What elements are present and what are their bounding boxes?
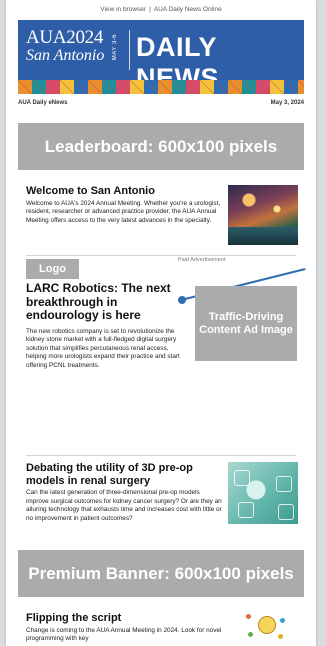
story-body: The new robotics company is set to revol… (26, 327, 180, 369)
story-3d-preop-models[interactable]: Debating the utility of 3D pre-op models… (26, 462, 222, 523)
3d-kidney-model-image[interactable] (228, 462, 298, 524)
story-title[interactable]: Welcome to San Antonio (26, 185, 222, 198)
lightbulb-idea-icon[interactable] (242, 610, 290, 646)
hologram-hex (278, 504, 294, 520)
divider (26, 255, 296, 256)
decorative-pattern-strip (18, 80, 304, 94)
hologram-hex (238, 502, 254, 518)
story-body: Change is coming to the AUA Annual Meeti… (26, 626, 222, 643)
masthead-banner[interactable]: AUA2024 San Antonio MAY 3-6 DAILY NEWS (18, 20, 304, 94)
river-reflection (228, 227, 298, 245)
spark-icon (280, 618, 285, 623)
leaderboard-ad-placeholder[interactable]: Leaderboard: 600x100 pixels (18, 123, 304, 170)
advertiser-logo-placeholder[interactable]: Logo (26, 259, 79, 279)
aua-2024-text: AUA2024 (26, 27, 104, 48)
divider (26, 455, 296, 456)
email-newsletter: View in browser | AUA Daily News Online AU… (6, 0, 316, 646)
aua-daily-news-online-link[interactable]: AUA Daily News Online (154, 6, 222, 13)
meeting-dates: MAY 3-6 (112, 34, 118, 61)
spark-icon (248, 632, 253, 637)
top-links: View in browser | AUA Daily News Online (6, 0, 316, 20)
traffic-driving-ad-image-placeholder[interactable]: Traffic-Driving Content Ad Image (195, 286, 297, 361)
hologram-hex (234, 470, 250, 486)
view-in-browser-link[interactable]: View in browser (100, 6, 146, 13)
story-title[interactable]: LARC Robotics: The next breakthrough in … (26, 281, 186, 323)
enews-label: AUA Daily eNews (18, 100, 68, 106)
paid-advertisement-label: Paid Advertisement (178, 257, 226, 263)
spark-icon (278, 634, 283, 639)
story-title[interactable]: Flipping the script (26, 612, 222, 625)
hologram-hex (276, 476, 292, 492)
issue-meta: AUA Daily eNews May 3, 2024 (18, 100, 304, 110)
san-antonio-text: San Antonio (26, 47, 105, 64)
topbar-separator: | (149, 6, 151, 13)
bulb-icon (258, 616, 276, 634)
story-welcome[interactable]: Welcome to San Antonio Welcome to AUA's … (26, 185, 222, 225)
spark-icon (246, 614, 251, 619)
story-title[interactable]: Debating the utility of 3D pre-op models… (26, 462, 222, 487)
premium-banner-ad-placeholder[interactable]: Premium Banner: 600x100 pixels (18, 550, 304, 597)
aua-2024-logo: AUA2024 San Antonio MAY 3-6 (26, 28, 124, 72)
story-body: Can the latest generation of three-dimen… (26, 489, 222, 522)
masthead-divider (129, 30, 130, 70)
san-antonio-riverwalk-image[interactable] (228, 185, 298, 245)
story-larc-robotics[interactable]: LARC Robotics: The next breakthrough in … (26, 281, 186, 370)
story-flipping-the-script[interactable]: Flipping the script Change is coming to … (26, 612, 222, 644)
issue-date: May 3, 2024 (270, 100, 304, 106)
story-body: Welcome to AUA's 2024 Annual Meeting. Wh… (26, 199, 221, 224)
